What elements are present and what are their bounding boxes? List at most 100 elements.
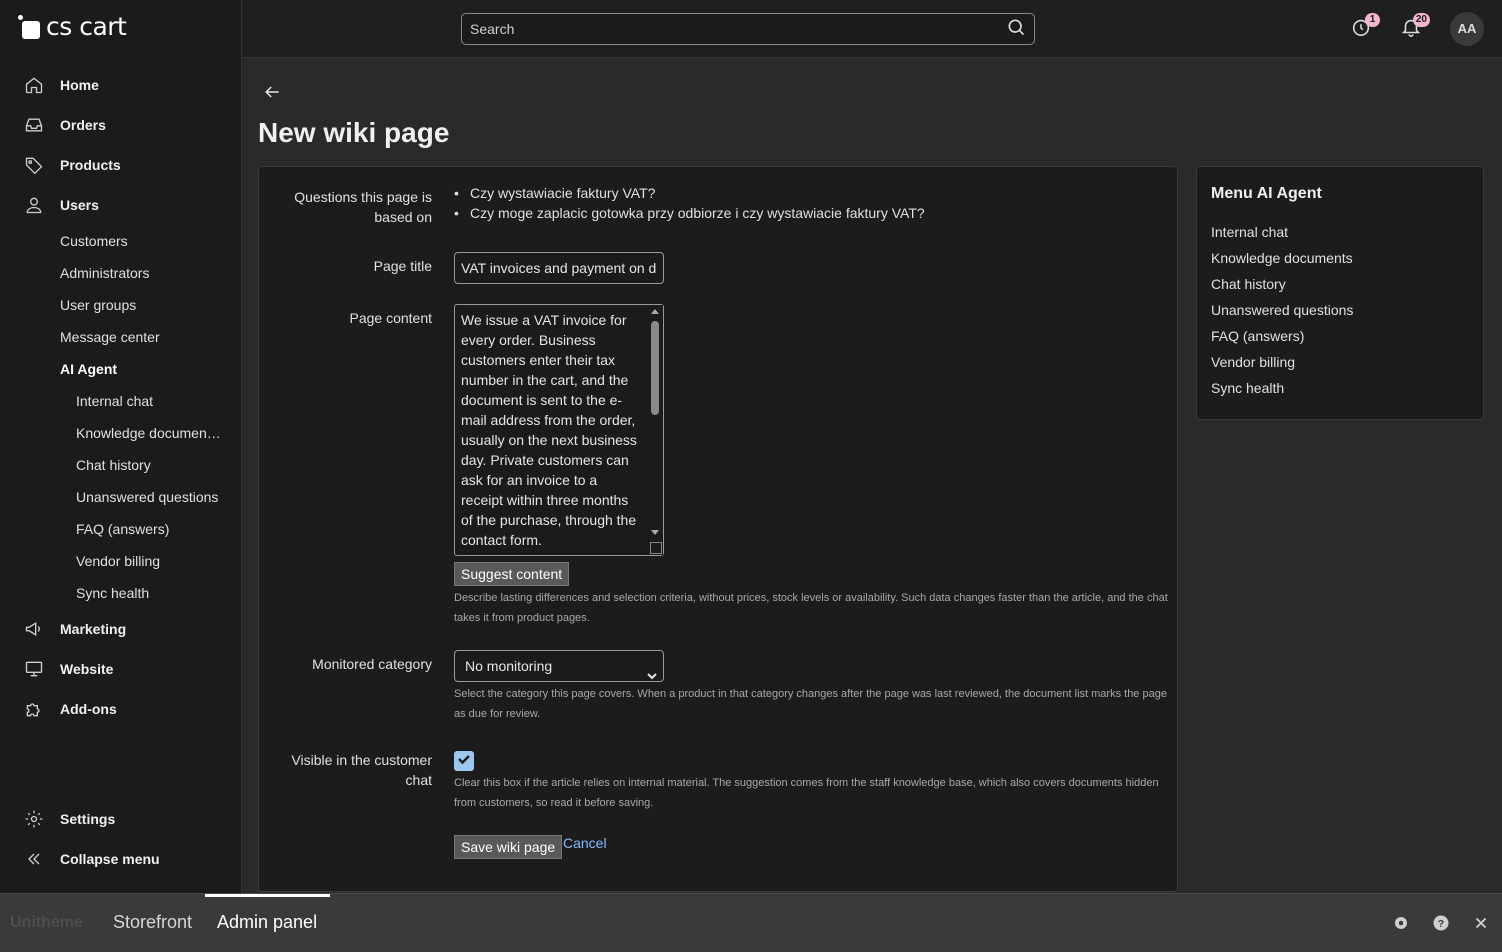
- wiki-form-card: Questions this page is based on Czy wyst…: [258, 166, 1178, 892]
- arrow-left-icon: [262, 86, 282, 106]
- sidebar-sub-user-groups[interactable]: User groups: [60, 295, 136, 315]
- active-tab-indicator: [205, 894, 330, 897]
- sidebar-sub-customers[interactable]: Customers: [60, 231, 128, 251]
- sidebar-ai-unanswered-questions[interactable]: Unanswered questions: [76, 487, 218, 507]
- question-item: Czy moge zaplacic gotowka przy odbiorze …: [454, 203, 925, 223]
- page-title-input[interactable]: [454, 252, 664, 284]
- side-link-faq[interactable]: FAQ (answers): [1211, 328, 1304, 344]
- sidebar-item-label: Add-ons: [60, 701, 117, 717]
- sidebar-item-marketing[interactable]: Marketing: [22, 617, 126, 641]
- help-updates-button[interactable]: 1: [1350, 13, 1380, 42]
- category-help-text: Select the category this page covers. Wh…: [454, 688, 1167, 720]
- side-link-chat-history[interactable]: Chat history: [1211, 276, 1286, 292]
- textarea-resize-handle[interactable]: [650, 542, 662, 554]
- monitor-icon: [22, 657, 46, 681]
- monitored-category-select[interactable]: No monitoring: [454, 650, 664, 682]
- double-chevron-left-icon: [22, 847, 46, 871]
- sidebar-ai-sync-health[interactable]: Sync health: [76, 583, 149, 603]
- sidebar-ai-faq[interactable]: FAQ (answers): [76, 519, 169, 539]
- sidebar-item-users[interactable]: Users: [22, 193, 99, 217]
- sidebar-item-products[interactable]: Products: [22, 153, 121, 177]
- sidebar-item-label: Settings: [60, 811, 116, 827]
- scroll-down-arrow-icon[interactable]: [651, 530, 659, 535]
- sidebar-item-website[interactable]: Website: [22, 657, 113, 681]
- page-content-label: Page content: [349, 310, 432, 326]
- home-icon: [22, 73, 46, 97]
- sidebar-item-orders[interactable]: Orders: [22, 113, 106, 137]
- sidebar-item-settings[interactable]: Settings: [22, 807, 115, 831]
- tag-icon: [22, 153, 46, 177]
- sidebar-ai-internal-chat[interactable]: Internal chat: [76, 391, 153, 411]
- avatar[interactable]: AA: [1450, 12, 1484, 46]
- help-circle-icon: [1350, 19, 1372, 42]
- side-link-sync-health[interactable]: Sync health: [1211, 380, 1284, 396]
- side-link-internal-chat[interactable]: Internal chat: [1211, 224, 1288, 240]
- chevron-down-icon: [647, 661, 657, 680]
- sidebar-sub-message-center[interactable]: Message center: [60, 327, 160, 347]
- search-input[interactable]: [470, 21, 1006, 37]
- visible-label: Visible in the customer chat: [291, 752, 432, 788]
- tab-admin-panel[interactable]: Admin panel: [217, 912, 317, 933]
- user-icon: [22, 193, 46, 217]
- gear-icon: [22, 807, 46, 831]
- ai-agent-menu-card: Menu AI Agent Internal chat Knowledge do…: [1196, 166, 1484, 420]
- bottom-bar: Unitheme Storefront Admin panel ?: [0, 893, 1502, 952]
- collapse-menu-button[interactable]: Collapse menu: [22, 847, 160, 871]
- notifications-button[interactable]: 20: [1400, 13, 1430, 42]
- side-menu-title: Menu AI Agent: [1211, 185, 1322, 202]
- sidebar-ai-vendor-billing[interactable]: Vendor billing: [76, 551, 160, 571]
- sidebar-item-label: Website: [60, 661, 114, 677]
- logo-text: cs cart: [46, 12, 127, 41]
- sidebar-item-home[interactable]: Home: [22, 73, 99, 97]
- logo-icon: [18, 14, 40, 39]
- sidebar: cs cart Home Orders Products Users Custo…: [0, 0, 242, 893]
- topbar: 1 20 AA: [242, 0, 1502, 58]
- tab-storefront[interactable]: Storefront: [113, 912, 192, 933]
- page-title-label: Page title: [373, 258, 432, 274]
- puzzle-icon: [22, 697, 46, 721]
- sidebar-item-label: Collapse menu: [60, 851, 160, 867]
- side-link-vendor-billing[interactable]: Vendor billing: [1211, 354, 1295, 370]
- search-box[interactable]: [461, 13, 1035, 45]
- scrollbar-thumb[interactable]: [651, 321, 659, 415]
- notifications-badge: 20: [1412, 13, 1430, 27]
- sidebar-ai-knowledge-documents[interactable]: Knowledge documen…: [76, 423, 221, 443]
- sidebar-item-label: Users: [60, 197, 99, 213]
- sidebar-item-addons[interactable]: Add-ons: [22, 697, 117, 721]
- save-wiki-page-button[interactable]: Save wiki page: [454, 835, 563, 859]
- visible-help-text: Clear this box if the article relies on …: [454, 777, 1159, 809]
- sidebar-item-label: Products: [60, 157, 121, 173]
- sidebar-sub-administrators[interactable]: Administrators: [60, 263, 149, 283]
- question-item: Czy wystawiacie faktury VAT?: [454, 183, 925, 203]
- questions-label: Questions this page is based on: [294, 189, 432, 225]
- logo[interactable]: cs cart: [18, 12, 127, 41]
- sidebar-item-label: Home: [60, 77, 99, 93]
- inbox-icon: [22, 113, 46, 137]
- megaphone-icon: [22, 617, 46, 641]
- side-link-knowledge-documents[interactable]: Knowledge documents: [1211, 250, 1353, 266]
- help-badge: 1: [1365, 13, 1380, 27]
- search-icon[interactable]: [1006, 17, 1026, 42]
- page-content-textarea[interactable]: We issue a VAT invoice for every order. …: [454, 304, 664, 556]
- textarea-scrollbar[interactable]: [648, 305, 663, 555]
- sidebar-item-label: Orders: [60, 117, 106, 133]
- suggest-content-button[interactable]: Suggest content: [454, 562, 570, 586]
- svg-text:?: ?: [1438, 918, 1444, 930]
- side-link-unanswered-questions[interactable]: Unanswered questions: [1211, 302, 1353, 318]
- close-icon[interactable]: [1472, 914, 1490, 932]
- category-label: Monitored category: [312, 656, 432, 672]
- check-icon: [457, 752, 471, 771]
- select-value: No monitoring: [465, 658, 553, 674]
- bell-icon: [1400, 19, 1422, 42]
- sidebar-sub-ai-agent[interactable]: AI Agent: [60, 359, 117, 379]
- page-title: New wiki page: [258, 117, 450, 148]
- help-icon[interactable]: ?: [1432, 914, 1450, 932]
- visible-in-chat-checkbox[interactable]: [454, 751, 474, 771]
- cancel-link[interactable]: Cancel: [563, 835, 607, 851]
- gear-icon[interactable]: [1392, 914, 1410, 932]
- sidebar-ai-chat-history[interactable]: Chat history: [76, 455, 151, 475]
- back-button[interactable]: [262, 82, 284, 104]
- scroll-up-arrow-icon[interactable]: [651, 309, 659, 314]
- content-help-text: Describe lasting differences and selecti…: [454, 592, 1168, 624]
- sidebar-item-label: Marketing: [60, 621, 127, 637]
